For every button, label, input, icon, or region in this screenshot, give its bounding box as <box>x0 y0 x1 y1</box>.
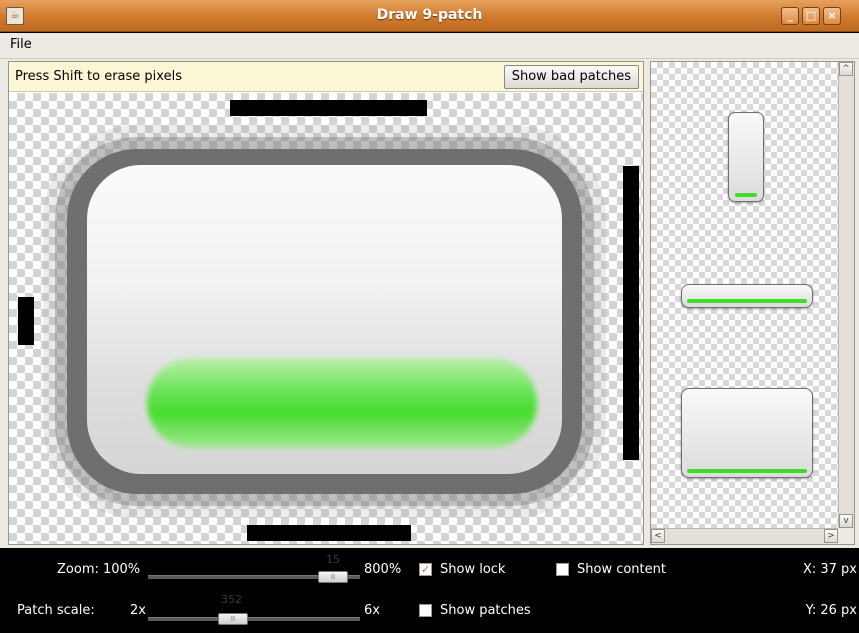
preview-large <box>681 388 813 478</box>
title-bar: ☕ Draw 9-patch _ □ × <box>0 0 859 32</box>
green-highlight <box>147 358 537 448</box>
patch-scale-slider-knob[interactable]: II <box>218 613 248 625</box>
patch-scale-max: 6x <box>364 603 380 618</box>
menu-bar: File <box>0 33 859 59</box>
preview-tall-bar <box>735 193 757 197</box>
preview-horizontal-scrollbar[interactable]: < > <box>651 528 838 544</box>
left-stretch-marker[interactable] <box>18 297 34 345</box>
window-title: Draw 9-patch <box>376 7 483 23</box>
preview-vertical-scrollbar[interactable]: ^ v <box>838 62 854 528</box>
y-coordinate: Y: 26 px <box>805 603 857 618</box>
right-content-marker[interactable] <box>623 166 639 460</box>
show-patches-checkbox[interactable] <box>419 604 432 617</box>
scroll-right-icon[interactable]: > <box>824 529 838 543</box>
button-image[interactable] <box>67 149 582 494</box>
show-lock-label[interactable]: Show lock <box>440 562 505 577</box>
zoom-max-label: 800% <box>364 562 402 577</box>
show-patches-label[interactable]: Show patches <box>440 603 531 618</box>
patch-scale-label: Patch scale: <box>17 603 95 618</box>
preview-wide-bar <box>687 299 807 303</box>
editing-canvas[interactable] <box>9 93 643 544</box>
show-lock-checkbox[interactable]: ✓ <box>419 563 432 576</box>
preview-tall <box>728 112 764 202</box>
button-face <box>87 165 562 474</box>
bottom-controls: Zoom: 100% 15 II 800% Patch scale: 2x 35… <box>0 548 859 633</box>
patch-scale-slider-value: 352 <box>221 593 242 606</box>
show-bad-patches-button[interactable]: Show bad patches <box>503 65 639 89</box>
nine-patch-editor: Press Shift to erase pixels Show bad pat… <box>8 61 644 545</box>
zoom-label: Zoom: 100% <box>57 562 141 577</box>
scroll-up-icon[interactable]: ^ <box>839 62 853 76</box>
preview-panel: ^ v < > <box>650 61 855 545</box>
close-icon[interactable]: × <box>823 7 841 25</box>
x-coordinate: X: 37 px <box>802 562 857 577</box>
preview-large-bar <box>687 469 807 473</box>
menu-file[interactable]: File <box>10 37 32 52</box>
hint-bar: Press Shift to erase pixels Show bad pat… <box>9 62 643 92</box>
bottom-content-marker[interactable] <box>247 525 411 541</box>
zoom-slider-knob[interactable]: II <box>318 571 348 583</box>
main-area: Press Shift to erase pixels Show bad pat… <box>0 59 859 548</box>
scroll-left-icon[interactable]: < <box>651 529 665 543</box>
top-stretch-marker[interactable] <box>230 100 427 116</box>
show-content-checkbox[interactable] <box>556 563 569 576</box>
minimize-icon[interactable]: _ <box>781 7 799 25</box>
patch-scale-min: 2x <box>130 603 146 618</box>
patch-scale-slider-track[interactable] <box>148 617 360 621</box>
scroll-corner <box>838 528 854 544</box>
zoom-slider-value: 15 <box>326 553 340 566</box>
show-content-label[interactable]: Show content <box>577 562 666 577</box>
preview-canvas <box>651 62 838 528</box>
scroll-down-icon[interactable]: v <box>839 514 853 528</box>
maximize-icon[interactable]: □ <box>802 7 820 25</box>
preview-wide <box>681 284 813 308</box>
hint-text: Press Shift to erase pixels <box>15 69 182 84</box>
